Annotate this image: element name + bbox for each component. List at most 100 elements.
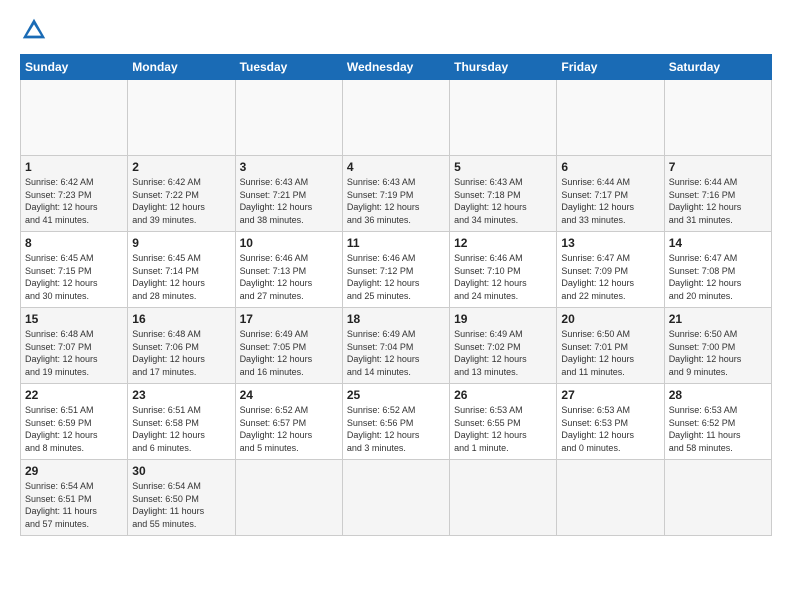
day-number: 15 (25, 312, 123, 326)
day-number: 5 (454, 160, 552, 174)
day-number: 27 (561, 388, 659, 402)
day-cell (235, 460, 342, 536)
day-cell: 9 Sunrise: 6:45 AM Sunset: 7:14 PM Daylig… (128, 232, 235, 308)
day-cell: 16 Sunrise: 6:48 AM Sunset: 7:06 PM Dayli… (128, 308, 235, 384)
day-number: 19 (454, 312, 552, 326)
week-row-1: 1 Sunrise: 6:42 AM Sunset: 7:23 PM Daylig… (21, 156, 772, 232)
day-cell: 5 Sunrise: 6:43 AM Sunset: 7:18 PM Daylig… (450, 156, 557, 232)
day-info: Sunrise: 6:52 AM Sunset: 6:56 PM Dayligh… (347, 404, 445, 454)
day-cell: 24Sunrise: 6:52 AM Sunset: 6:57 PM Dayli… (235, 384, 342, 460)
day-cell (342, 80, 449, 156)
col-header-sunday: Sunday (21, 55, 128, 80)
day-cell: 7Sunrise: 6:44 AM Sunset: 7:16 PM Daylig… (664, 156, 771, 232)
day-cell: 11 Sunrise: 6:46 AM Sunset: 7:12 PM Dayli… (342, 232, 449, 308)
day-info: Sunrise: 6:44 AM Sunset: 7:17 PM Dayligh… (561, 176, 659, 226)
day-info: Sunrise: 6:45 AM Sunset: 7:14 PM Dayligh… (132, 252, 230, 302)
col-header-saturday: Saturday (664, 55, 771, 80)
day-cell: 27 Sunrise: 6:53 AM Sunset: 6:53 PM Dayli… (557, 384, 664, 460)
week-row-3: 15Sunrise: 6:48 AM Sunset: 7:07 PM Dayli… (21, 308, 772, 384)
day-info: Sunrise: 6:43 AM Sunset: 7:19 PM Dayligh… (347, 176, 445, 226)
day-number: 12 (454, 236, 552, 250)
day-cell (235, 80, 342, 156)
day-info: Sunrise: 6:51 AM Sunset: 6:59 PM Dayligh… (25, 404, 123, 454)
day-info: Sunrise: 6:48 AM Sunset: 7:06 PM Dayligh… (132, 328, 230, 378)
day-number: 13 (561, 236, 659, 250)
day-cell: 1 Sunrise: 6:42 AM Sunset: 7:23 PM Daylig… (21, 156, 128, 232)
day-number: 3 (240, 160, 338, 174)
day-info: Sunrise: 6:49 AM Sunset: 7:05 PM Dayligh… (240, 328, 338, 378)
day-number: 30 (132, 464, 230, 478)
day-cell: 29 Sunrise: 6:54 AM Sunset: 6:51 PM Dayli… (21, 460, 128, 536)
col-header-monday: Monday (128, 55, 235, 80)
day-number: 18 (347, 312, 445, 326)
day-cell: 19 Sunrise: 6:49 AM Sunset: 7:02 PM Dayli… (450, 308, 557, 384)
day-cell: 18Sunrise: 6:49 AM Sunset: 7:04 PM Dayli… (342, 308, 449, 384)
day-info: Sunrise: 6:43 AM Sunset: 7:21 PM Dayligh… (240, 176, 338, 226)
day-cell: 17 Sunrise: 6:49 AM Sunset: 7:05 PM Dayli… (235, 308, 342, 384)
day-cell (342, 460, 449, 536)
col-header-friday: Friday (557, 55, 664, 80)
day-cell: 22 Sunrise: 6:51 AM Sunset: 6:59 PM Dayli… (21, 384, 128, 460)
week-row-5: 29 Sunrise: 6:54 AM Sunset: 6:51 PM Dayli… (21, 460, 772, 536)
day-info: Sunrise: 6:47 AM Sunset: 7:09 PM Dayligh… (561, 252, 659, 302)
day-cell (664, 80, 771, 156)
day-cell: 21Sunrise: 6:50 AM Sunset: 7:00 PM Dayli… (664, 308, 771, 384)
day-cell: 15Sunrise: 6:48 AM Sunset: 7:07 PM Dayli… (21, 308, 128, 384)
day-info: Sunrise: 6:54 AM Sunset: 6:51 PM Dayligh… (25, 480, 123, 530)
day-number: 11 (347, 236, 445, 250)
day-number: 28 (669, 388, 767, 402)
day-number: 14 (669, 236, 767, 250)
header (20, 16, 772, 44)
day-info: Sunrise: 6:42 AM Sunset: 7:22 PM Dayligh… (132, 176, 230, 226)
week-row-0 (21, 80, 772, 156)
day-number: 1 (25, 160, 123, 174)
day-info: Sunrise: 6:53 AM Sunset: 6:53 PM Dayligh… (561, 404, 659, 454)
day-cell: 26 Sunrise: 6:53 AM Sunset: 6:55 PM Dayli… (450, 384, 557, 460)
day-info: Sunrise: 6:44 AM Sunset: 7:16 PM Dayligh… (669, 176, 767, 226)
day-number: 16 (132, 312, 230, 326)
day-cell: 3 Sunrise: 6:43 AM Sunset: 7:21 PM Daylig… (235, 156, 342, 232)
day-info: Sunrise: 6:53 AM Sunset: 6:52 PM Dayligh… (669, 404, 767, 454)
week-row-2: 8Sunrise: 6:45 AM Sunset: 7:15 PM Daylig… (21, 232, 772, 308)
day-number: 29 (25, 464, 123, 478)
day-number: 24 (240, 388, 338, 402)
day-cell: 10Sunrise: 6:46 AM Sunset: 7:13 PM Dayli… (235, 232, 342, 308)
day-cell: 12Sunrise: 6:46 AM Sunset: 7:10 PM Dayli… (450, 232, 557, 308)
day-cell (450, 80, 557, 156)
day-info: Sunrise: 6:46 AM Sunset: 7:12 PM Dayligh… (347, 252, 445, 302)
day-number: 6 (561, 160, 659, 174)
day-cell: 14 Sunrise: 6:47 AM Sunset: 7:08 PM Dayli… (664, 232, 771, 308)
day-cell: 6 Sunrise: 6:44 AM Sunset: 7:17 PM Daylig… (557, 156, 664, 232)
day-info: Sunrise: 6:43 AM Sunset: 7:18 PM Dayligh… (454, 176, 552, 226)
col-header-wednesday: Wednesday (342, 55, 449, 80)
day-cell (450, 460, 557, 536)
day-info: Sunrise: 6:54 AM Sunset: 6:50 PM Dayligh… (132, 480, 230, 530)
day-info: Sunrise: 6:53 AM Sunset: 6:55 PM Dayligh… (454, 404, 552, 454)
day-number: 22 (25, 388, 123, 402)
day-cell: 28 Sunrise: 6:53 AM Sunset: 6:52 PM Dayli… (664, 384, 771, 460)
day-number: 10 (240, 236, 338, 250)
day-number: 9 (132, 236, 230, 250)
day-cell: 25 Sunrise: 6:52 AM Sunset: 6:56 PM Dayli… (342, 384, 449, 460)
day-cell (557, 80, 664, 156)
day-number: 25 (347, 388, 445, 402)
day-cell: 23Sunrise: 6:51 AM Sunset: 6:58 PM Dayli… (128, 384, 235, 460)
header-row: SundayMondayTuesdayWednesdayThursdayFrid… (21, 55, 772, 80)
day-info: Sunrise: 6:42 AM Sunset: 7:23 PM Dayligh… (25, 176, 123, 226)
week-row-4: 22 Sunrise: 6:51 AM Sunset: 6:59 PM Dayli… (21, 384, 772, 460)
logo (20, 16, 52, 44)
day-cell: 8Sunrise: 6:45 AM Sunset: 7:15 PM Daylig… (21, 232, 128, 308)
day-number: 17 (240, 312, 338, 326)
col-header-tuesday: Tuesday (235, 55, 342, 80)
day-cell: 2Sunrise: 6:42 AM Sunset: 7:22 PM Daylig… (128, 156, 235, 232)
day-info: Sunrise: 6:47 AM Sunset: 7:08 PM Dayligh… (669, 252, 767, 302)
day-info: Sunrise: 6:49 AM Sunset: 7:02 PM Dayligh… (454, 328, 552, 378)
day-cell: 4 Sunrise: 6:43 AM Sunset: 7:19 PM Daylig… (342, 156, 449, 232)
calendar-table: SundayMondayTuesdayWednesdayThursdayFrid… (20, 54, 772, 536)
day-cell (664, 460, 771, 536)
day-cell (557, 460, 664, 536)
day-number: 4 (347, 160, 445, 174)
day-info: Sunrise: 6:51 AM Sunset: 6:58 PM Dayligh… (132, 404, 230, 454)
day-number: 26 (454, 388, 552, 402)
day-cell (21, 80, 128, 156)
